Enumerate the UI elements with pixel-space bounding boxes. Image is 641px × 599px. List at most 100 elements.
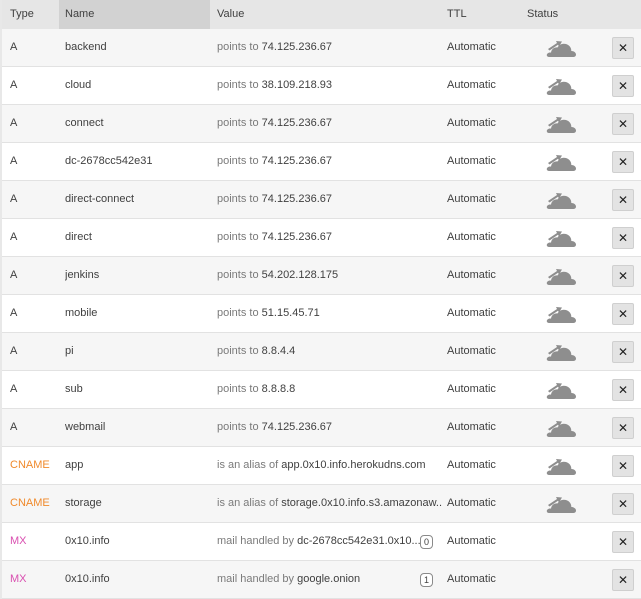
cloud-icon[interactable] (545, 74, 579, 98)
cloud-icon[interactable] (545, 454, 579, 478)
record-value[interactable]: mail handled by dc-2678cc542e31.0x10.... (217, 523, 442, 560)
table-row[interactable]: Amobile points to 51.15.45.71 Automatic ✕ (2, 295, 641, 333)
record-value[interactable]: points to 74.125.236.67 (217, 143, 442, 180)
record-ttl[interactable]: Automatic (447, 143, 527, 180)
record-value[interactable]: points to 51.15.45.71 (217, 295, 442, 332)
record-value[interactable]: points to 8.8.8.8 (217, 371, 442, 408)
record-value-prefix: points to (217, 269, 259, 281)
delete-record-button[interactable]: ✕ (612, 151, 634, 173)
record-type: A (10, 383, 18, 395)
record-value[interactable]: points to 74.125.236.67 (217, 105, 442, 142)
record-value-prefix: is an alias of (217, 459, 279, 471)
record-value-target: 74.125.236.67 (261, 117, 333, 129)
cloud-icon[interactable] (545, 264, 579, 288)
delete-record-button[interactable]: ✕ (612, 455, 634, 477)
record-value[interactable]: points to 54.202.128.175 (217, 257, 442, 294)
cloud-icon[interactable] (545, 150, 579, 174)
cloud-icon[interactable] (545, 416, 579, 440)
delete-record-button[interactable]: ✕ (612, 265, 634, 287)
delete-record-button[interactable]: ✕ (612, 37, 634, 59)
record-name[interactable]: mobile (65, 295, 210, 332)
record-name[interactable]: dc-2678cc542e31 (65, 143, 210, 180)
record-name[interactable]: 0x10.info (65, 561, 210, 598)
delete-record-button[interactable]: ✕ (612, 113, 634, 135)
cloud-icon[interactable] (545, 302, 579, 326)
record-ttl[interactable]: Automatic (447, 29, 527, 66)
record-value[interactable]: is an alias of app.0x10.info.herokudns.c… (217, 447, 442, 484)
record-value[interactable]: mail handled by google.onion (217, 561, 442, 598)
record-name[interactable]: sub (65, 371, 210, 408)
table-row[interactable]: Adc-2678cc542e31 points to 74.125.236.67 A… (2, 143, 641, 181)
record-name[interactable]: storage (65, 485, 210, 522)
record-name[interactable]: connect (65, 105, 210, 142)
record-name[interactable]: 0x10.info (65, 523, 210, 560)
record-ttl[interactable]: Automatic (447, 333, 527, 370)
table-row[interactable]: MX 0x10.info mail handled by dc-2678cc542e… (2, 523, 641, 561)
table-row[interactable]: Awebmail points to 74.125.236.67 Automatic… (2, 409, 641, 447)
delete-record-button[interactable]: ✕ (612, 531, 634, 553)
column-header-value[interactable]: Value (217, 0, 417, 29)
record-ttl[interactable]: Automatic (447, 257, 527, 294)
record-ttl[interactable]: Automatic (447, 523, 527, 560)
record-value[interactable]: is an alias of storage.0x10.info.s3.amaz… (217, 485, 442, 522)
record-ttl[interactable]: Automatic (447, 219, 527, 256)
delete-record-button[interactable]: ✕ (612, 379, 634, 401)
table-row[interactable]: Ajenkins points to 54.202.128.175 Automati… (2, 257, 641, 295)
cloud-icon[interactable] (545, 112, 579, 136)
delete-record-button[interactable]: ✕ (612, 569, 634, 591)
record-name[interactable]: pi (65, 333, 210, 370)
record-value-target: 74.125.236.67 (261, 231, 333, 243)
record-ttl[interactable]: Automatic (447, 105, 527, 142)
record-ttl[interactable]: Automatic (447, 295, 527, 332)
delete-record-button[interactable]: ✕ (612, 303, 634, 325)
record-name[interactable]: webmail (65, 409, 210, 446)
table-row[interactable]: Acloud points to 38.109.218.93 Automatic ✕ (2, 67, 641, 105)
table-row[interactable]: Api points to 8.8.4.4 Automatic ✕ (2, 333, 641, 371)
record-ttl[interactable]: Automatic (447, 447, 527, 484)
record-name[interactable]: jenkins (65, 257, 210, 294)
column-header-name[interactable]: Name (59, 0, 210, 29)
record-value[interactable]: points to 74.125.236.67 (217, 181, 442, 218)
record-name[interactable]: cloud (65, 67, 210, 104)
cloud-icon[interactable] (545, 340, 579, 364)
record-value[interactable]: points to 74.125.236.67 (217, 219, 442, 256)
record-name[interactable]: backend (65, 29, 210, 66)
table-row[interactable]: MX 0x10.info mail handled by google.onion 1… (2, 561, 641, 599)
cloud-icon[interactable] (545, 226, 579, 250)
record-ttl[interactable]: Automatic (447, 371, 527, 408)
cloud-icon[interactable] (545, 188, 579, 212)
record-name[interactable]: app (65, 447, 210, 484)
record-ttl[interactable]: Automatic (447, 67, 527, 104)
record-value[interactable]: points to 74.125.236.67 (217, 409, 442, 446)
table-row[interactable]: Adirect points to 74.125.236.67 Automatic ✕ (2, 219, 641, 257)
cloud-icon[interactable] (545, 378, 579, 402)
record-value[interactable]: points to 8.8.4.4 (217, 333, 442, 370)
column-header-type[interactable]: Type (10, 0, 60, 29)
record-name[interactable]: direct (65, 219, 210, 256)
cloud-icon[interactable] (545, 492, 579, 516)
record-ttl[interactable]: Automatic (447, 561, 527, 598)
column-header-ttl[interactable]: TTL (447, 0, 507, 29)
delete-record-button[interactable]: ✕ (612, 341, 634, 363)
record-value-target: 74.125.236.67 (261, 193, 333, 205)
delete-record-button[interactable]: ✕ (612, 493, 634, 515)
record-ttl[interactable]: Automatic (447, 181, 527, 218)
record-value[interactable]: points to 74.125.236.67 (217, 29, 442, 66)
table-row[interactable]: Adirect-connect points to 74.125.236.67 Au… (2, 181, 641, 219)
table-row[interactable]: Abackend points to 74.125.236.67 Automatic… (2, 29, 641, 67)
record-name[interactable]: direct-connect (65, 181, 210, 218)
delete-record-button[interactable]: ✕ (612, 189, 634, 211)
table-row[interactable]: CNAME storage is an alias of storage.0x10.… (2, 485, 641, 523)
record-value-prefix: points to (217, 307, 259, 319)
delete-record-button[interactable]: ✕ (612, 227, 634, 249)
table-row[interactable]: Aconnect points to 74.125.236.67 Automatic… (2, 105, 641, 143)
record-value-prefix: points to (217, 117, 259, 129)
delete-record-button[interactable]: ✕ (612, 75, 634, 97)
delete-record-button[interactable]: ✕ (612, 417, 634, 439)
cloud-icon[interactable] (545, 36, 579, 60)
table-row[interactable]: CNAME app is an alias of app.0x10.info.her… (2, 447, 641, 485)
table-row[interactable]: Asub points to 8.8.8.8 Automatic ✕ (2, 371, 641, 409)
record-ttl[interactable]: Automatic (447, 409, 527, 446)
record-ttl[interactable]: Automatic (447, 485, 527, 522)
record-value[interactable]: points to 38.109.218.93 (217, 67, 442, 104)
